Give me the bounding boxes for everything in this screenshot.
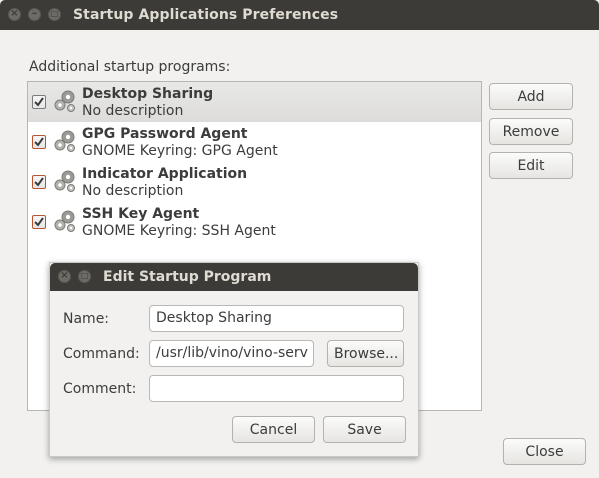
window-close-button[interactable]: × (8, 8, 21, 21)
program-name: GPG Password Agent (82, 126, 248, 142)
gears-icon (54, 170, 75, 192)
comment-field[interactable] (149, 375, 404, 402)
close-button[interactable]: Close (503, 438, 586, 465)
minimize-icon: – (32, 8, 37, 19)
add-button[interactable]: Add (489, 83, 573, 110)
window-title: Startup Applications Preferences (73, 7, 339, 23)
maximize-icon: □ (50, 9, 59, 18)
program-enabled-checkbox[interactable] (32, 175, 46, 189)
dialog-title: Edit Startup Program (103, 269, 272, 285)
gears-icon (54, 210, 75, 232)
name-label: Name: (63, 311, 110, 327)
gears-icon (54, 90, 75, 112)
program-name: Desktop Sharing (82, 86, 214, 102)
list-item[interactable]: Desktop Sharing No description (28, 82, 481, 122)
checkmark-icon (34, 177, 44, 187)
checkmark-icon (34, 217, 44, 227)
program-description: No description (82, 183, 184, 199)
cancel-button[interactable]: Cancel (232, 416, 315, 443)
checkmark-icon (34, 137, 44, 147)
dialog-maximize-button[interactable]: □ (78, 270, 91, 283)
maximize-icon: □ (80, 271, 89, 280)
program-enabled-checkbox[interactable] (32, 215, 46, 229)
program-name: SSH Key Agent (82, 206, 200, 222)
program-enabled-checkbox[interactable] (32, 95, 46, 109)
command-label: Command: (63, 346, 140, 362)
window-minimize-button[interactable]: – (28, 8, 41, 21)
list-item[interactable]: Indicator Application No description (28, 162, 481, 202)
program-description: GNOME Keyring: GPG Agent (82, 143, 278, 159)
window-titlebar: × – □ Startup Applications Preferences (0, 0, 599, 30)
close-icon: × (60, 270, 69, 281)
checkmark-icon (34, 97, 44, 107)
program-name: Indicator Application (82, 166, 248, 182)
list-item[interactable]: GPG Password Agent GNOME Keyring: GPG Ag… (28, 122, 481, 162)
edit-startup-program-dialog: × □ Edit Startup Program Name: Desktop S… (49, 262, 419, 457)
browse-button[interactable]: Browse... (327, 340, 404, 367)
remove-button[interactable]: Remove (489, 118, 573, 145)
close-icon: × (10, 8, 19, 19)
edit-button[interactable]: Edit (489, 152, 573, 179)
command-field[interactable]: /usr/lib/vino/vino-serv (149, 340, 314, 367)
window-maximize-button[interactable]: □ (48, 8, 61, 21)
save-button[interactable]: Save (323, 416, 406, 443)
list-item[interactable]: SSH Key Agent GNOME Keyring: SSH Agent (28, 202, 481, 242)
gears-icon (54, 130, 75, 152)
comment-label: Comment: (63, 381, 137, 397)
name-field[interactable]: Desktop Sharing (149, 305, 404, 332)
section-label: Additional startup programs: (29, 59, 231, 75)
program-description: No description (82, 103, 184, 119)
dialog-close-button[interactable]: × (58, 270, 71, 283)
dialog-titlebar: × □ Edit Startup Program (50, 263, 418, 291)
program-description: GNOME Keyring: SSH Agent (82, 223, 276, 239)
program-enabled-checkbox[interactable] (32, 135, 46, 149)
